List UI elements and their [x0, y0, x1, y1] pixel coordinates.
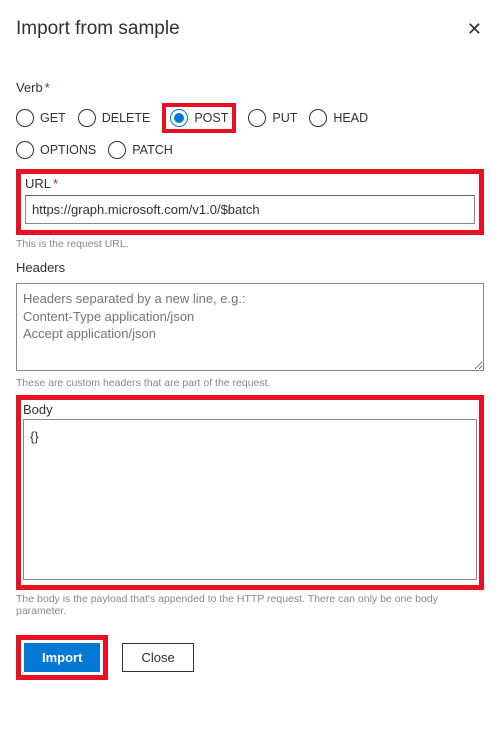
highlight-post: POST: [162, 103, 236, 133]
verb-radio-get[interactable]: GET: [16, 109, 66, 127]
radio-icon: [78, 109, 96, 127]
verb-section: Verb* GET DELETE POST PUT: [16, 80, 484, 159]
required-asterisk: *: [45, 80, 50, 95]
verb-radio-row-1: GET DELETE POST PUT HEAD: [16, 103, 484, 133]
dialog-footer: Import Close: [16, 635, 484, 680]
url-label: URL*: [25, 176, 475, 191]
url-help: This is the request URL.: [16, 238, 484, 250]
verb-radio-put-label: PUT: [272, 111, 297, 125]
headers-section: Headers These are custom headers that ar…: [16, 260, 484, 389]
radio-icon: [248, 109, 266, 127]
dialog-title: Import from sample: [16, 18, 180, 40]
close-button[interactable]: Close: [122, 643, 193, 672]
verb-radio-put[interactable]: PUT: [248, 109, 297, 127]
verb-radio-patch-label: PATCH: [132, 143, 173, 157]
radio-icon: [16, 141, 34, 159]
import-button[interactable]: Import: [24, 643, 100, 672]
headers-help: These are custom headers that are part o…: [16, 377, 484, 389]
verb-radio-delete[interactable]: DELETE: [78, 109, 151, 127]
highlight-import: Import: [16, 635, 108, 680]
dialog-header: Import from sample ✕: [16, 18, 484, 40]
verb-radio-patch[interactable]: PATCH: [108, 141, 173, 159]
radio-icon-selected: [170, 109, 188, 127]
verb-radio-head-label: HEAD: [333, 111, 368, 125]
verb-label-text: Verb: [16, 80, 43, 95]
highlight-body: Body {}: [16, 395, 484, 590]
body-textarea[interactable]: {}: [23, 420, 477, 580]
verb-radio-row-2: OPTIONS PATCH: [16, 141, 484, 159]
verb-radio-post-label: POST: [194, 111, 228, 125]
radio-icon: [108, 141, 126, 159]
verb-radio-post[interactable]: POST: [170, 109, 228, 127]
radio-icon: [309, 109, 327, 127]
url-label-text: URL: [25, 176, 51, 191]
import-from-sample-dialog: Import from sample ✕ Verb* GET DELETE PO…: [0, 0, 500, 698]
verb-radio-options[interactable]: OPTIONS: [16, 141, 96, 159]
body-help: The body is the payload that's appended …: [16, 593, 484, 617]
verb-radio-options-label: OPTIONS: [40, 143, 96, 157]
close-icon[interactable]: ✕: [465, 18, 484, 40]
headers-label: Headers: [16, 260, 484, 275]
headers-textarea[interactable]: [16, 283, 484, 371]
highlight-url: URL*: [16, 169, 484, 235]
url-input[interactable]: [25, 195, 475, 224]
radio-icon: [16, 109, 34, 127]
body-label: Body: [23, 400, 477, 420]
required-asterisk: *: [53, 176, 58, 191]
url-section: URL* This is the request URL.: [16, 169, 484, 250]
verb-radio-delete-label: DELETE: [102, 111, 151, 125]
verb-radio-get-label: GET: [40, 111, 66, 125]
verb-label: Verb*: [16, 80, 484, 95]
verb-radio-head[interactable]: HEAD: [309, 109, 368, 127]
